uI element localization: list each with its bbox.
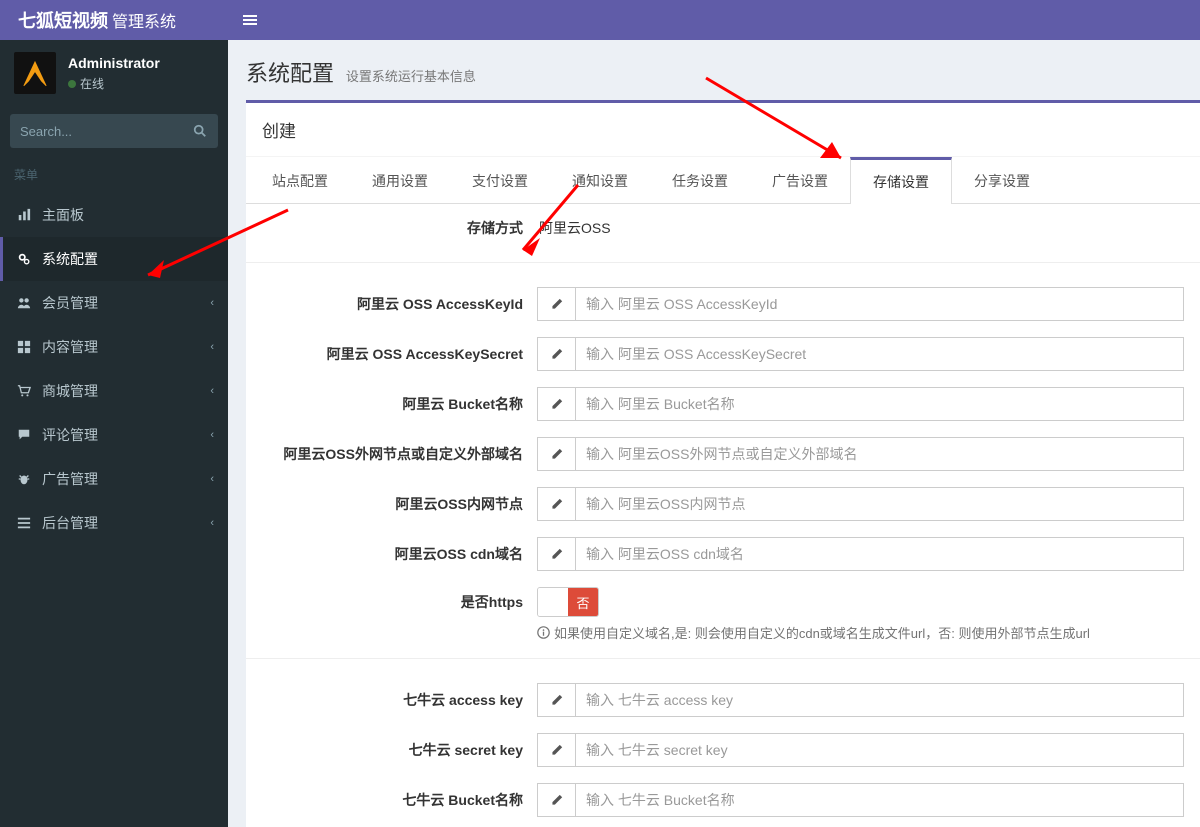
row-aliyun-internal-endpoint: 阿里云OSS内网节点 (246, 479, 1200, 529)
label-storage-method: 存储方式 (262, 218, 537, 238)
sidebar-item-users[interactable]: 会员管理‹ (0, 281, 228, 325)
sidebar-toggle-button[interactable] (228, 0, 272, 40)
sidebar-item-label: 内容管理 (42, 337, 210, 357)
sidebar-item-label: 广告管理 (42, 469, 210, 489)
users-icon (14, 296, 34, 310)
menu-section-header: 菜单 (0, 156, 228, 193)
sidebar-item-label: 会员管理 (42, 293, 210, 313)
tab-3[interactable]: 通知设置 (550, 156, 650, 203)
row-aliyun-cdn-domain: 阿里云OSS cdn域名 (246, 529, 1200, 579)
tab-7[interactable]: 分享设置 (952, 156, 1052, 203)
search-button[interactable] (182, 114, 218, 148)
pencil-icon (537, 783, 575, 817)
page-header: 系统配置 设置系统运行基本信息 (228, 40, 1200, 100)
sidebar-search (10, 114, 218, 148)
user-status: 在线 (68, 75, 160, 92)
toggle-off-label: 否 (568, 588, 598, 616)
avatar (14, 52, 56, 94)
storage-settings-form: 存储方式 阿里云OSS 阿里云 OSS AccessKeyId 阿里云 OSS … (246, 204, 1200, 827)
row-qiniu-secret-key: 七牛云 secret key (246, 725, 1200, 775)
sidebar-item-label: 评论管理 (42, 425, 210, 445)
tab-2[interactable]: 支付设置 (450, 156, 550, 203)
sidebar-item-list[interactable]: 后台管理‹ (0, 501, 228, 545)
row-qiniu-access-key: 七牛云 access key (246, 675, 1200, 725)
sidebar-item-label: 系统配置 (42, 249, 214, 269)
input-qiniu-bucket[interactable] (575, 783, 1184, 817)
input-aliyun-external-endpoint[interactable] (575, 437, 1184, 471)
https-help-text: 如果使用自定义域名,是: 则会使用自定义的cdn或域名生成文件url，否: 则使… (246, 623, 1200, 642)
input-aliyun-internal-endpoint[interactable] (575, 487, 1184, 521)
pencil-icon (537, 437, 575, 471)
pencil-icon (537, 287, 575, 321)
bug-icon (14, 472, 34, 486)
row-aliyun-access-key-id: 阿里云 OSS AccessKeyId (246, 279, 1200, 329)
main-content: 系统配置 设置系统运行基本信息 创建 站点配置通用设置支付设置通知设置任务设置广… (228, 40, 1200, 827)
pencil-icon (537, 387, 575, 421)
chevron-left-icon: ‹ (210, 429, 214, 441)
https-toggle[interactable]: 否 (537, 587, 599, 617)
sidebar-item-cogs[interactable]: 系统配置 (0, 237, 228, 281)
input-aliyun-bucket[interactable] (575, 387, 1184, 421)
pencil-icon (537, 537, 575, 571)
sidebar-item-label: 商城管理 (42, 381, 210, 401)
value-storage-method: 阿里云OSS (537, 218, 611, 238)
th-large-icon (14, 340, 34, 354)
tab-bar: 站点配置通用设置支付设置通知设置任务设置广告设置存储设置分享设置 (246, 157, 1200, 204)
sidebar-item-cart[interactable]: 商城管理‹ (0, 369, 228, 413)
list-icon (14, 516, 34, 530)
logo-light: 管理系统 (112, 8, 176, 32)
cart-icon (14, 384, 34, 398)
tab-6[interactable]: 存储设置 (850, 157, 952, 204)
input-aliyun-cdn-domain[interactable] (575, 537, 1184, 571)
input-qiniu-secret-key[interactable] (575, 733, 1184, 767)
sidebar-nav: 主面板系统配置会员管理‹内容管理‹商城管理‹评论管理‹广告管理‹后台管理‹ (0, 193, 228, 545)
pencil-icon (537, 487, 575, 521)
pencil-icon (537, 337, 575, 371)
info-icon (537, 626, 550, 639)
toggle-empty-side (538, 588, 568, 616)
input-qiniu-access-key[interactable] (575, 683, 1184, 717)
tab-1[interactable]: 通用设置 (350, 156, 450, 203)
row-aliyun-access-key-secret: 阿里云 OSS AccessKeySecret (246, 329, 1200, 379)
user-name: Administrator (68, 55, 160, 71)
logo-bold: 七狐短视频 (18, 7, 108, 33)
config-panel: 创建 站点配置通用设置支付设置通知设置任务设置广告设置存储设置分享设置 存储方式… (246, 100, 1200, 827)
pencil-icon (537, 733, 575, 767)
sidebar-item-label: 后台管理 (42, 513, 210, 533)
row-https-toggle: 是否https 否 (246, 579, 1200, 625)
chevron-left-icon: ‹ (210, 473, 214, 485)
chevron-left-icon: ‹ (210, 385, 214, 397)
row-aliyun-external-endpoint: 阿里云OSS外网节点或自定义外部域名 (246, 429, 1200, 479)
sidebar-item-bug[interactable]: 广告管理‹ (0, 457, 228, 501)
input-aliyun-access-key-id[interactable] (575, 287, 1184, 321)
pencil-icon (537, 683, 575, 717)
row-qiniu-bucket: 七牛云 Bucket名称 (246, 775, 1200, 825)
sidebar: Administrator 在线 菜单 主面板系统配置会员管理‹内容管理‹商城管… (0, 40, 228, 827)
tab-4[interactable]: 任务设置 (650, 156, 750, 203)
page-title: 系统配置 (246, 61, 334, 86)
logo[interactable]: 七狐短视频 管理系统 (0, 0, 228, 40)
panel-title: 创建 (246, 103, 1200, 157)
bar-chart-icon (14, 208, 34, 222)
chevron-left-icon: ‹ (210, 517, 214, 529)
chevron-left-icon: ‹ (210, 341, 214, 353)
sidebar-item-th-large[interactable]: 内容管理‹ (0, 325, 228, 369)
comment-icon (14, 428, 34, 442)
cogs-icon (14, 252, 34, 266)
sidebar-item-comment[interactable]: 评论管理‹ (0, 413, 228, 457)
sidebar-item-label: 主面板 (42, 205, 214, 225)
tab-5[interactable]: 广告设置 (750, 156, 850, 203)
sidebar-item-bar-chart[interactable]: 主面板 (0, 193, 228, 237)
input-aliyun-access-key-secret[interactable] (575, 337, 1184, 371)
row-aliyun-bucket: 阿里云 Bucket名称 (246, 379, 1200, 429)
tab-0[interactable]: 站点配置 (250, 156, 350, 203)
user-panel: Administrator 在线 (0, 40, 228, 106)
row-storage-method: 存储方式 阿里云OSS (246, 210, 1200, 246)
chevron-left-icon: ‹ (210, 297, 214, 309)
page-subtitle: 设置系统运行基本信息 (346, 69, 476, 84)
